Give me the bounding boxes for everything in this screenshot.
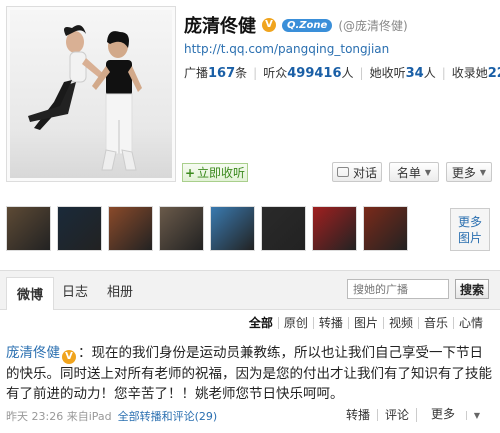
- plus-icon: +: [184, 165, 196, 180]
- filter-mood[interactable]: 心情: [452, 317, 488, 329]
- broadcast-stat[interactable]: 广播167条: [184, 64, 247, 81]
- favorites-stat[interactable]: 收录她220: [452, 64, 500, 81]
- chat-bubble-icon: [336, 167, 349, 177]
- qzone-badge-icon[interactable]: Q.Zone: [282, 18, 333, 32]
- repost-button[interactable]: 转播: [339, 409, 377, 421]
- post-text: ：现在的我们身份是运动员兼教练，所以也让我们自己享受一下节日的快乐。同时送上对所…: [6, 345, 492, 402]
- verified-icon: V: [262, 18, 276, 32]
- list-dropdown-button[interactable]: 名单 ▼: [389, 162, 439, 182]
- chevron-down-icon: ▼: [424, 167, 432, 177]
- follow-button[interactable]: + 立即收听: [182, 163, 248, 182]
- post-actions: 转播 评论 更多 ▼: [339, 408, 494, 422]
- profile-name: 庞清佟健: [184, 16, 256, 37]
- search-input[interactable]: [347, 279, 449, 299]
- filter-original[interactable]: 原创: [277, 317, 313, 329]
- chevron-down-icon: ▼: [465, 411, 487, 420]
- photo-strip: [6, 206, 408, 251]
- all-comments-link[interactable]: 全部转播和评论(29): [118, 408, 218, 424]
- search-button[interactable]: 搜索: [455, 279, 489, 299]
- tab-weibo[interactable]: 微博: [6, 277, 55, 310]
- chevron-down-icon: ▼: [479, 167, 487, 177]
- filter-image[interactable]: 图片: [347, 317, 383, 329]
- more-dropdown-button[interactable]: 更多 ▼: [446, 162, 492, 182]
- photo-thumbnail[interactable]: [363, 206, 408, 251]
- filter-all[interactable]: 全部: [244, 317, 278, 329]
- photo-thumbnail[interactable]: [6, 206, 51, 251]
- photo-thumbnail[interactable]: [57, 206, 102, 251]
- filter-repost[interactable]: 转播: [312, 317, 348, 329]
- post-content: 庞清佟健 V ：现在的我们身份是运动员兼教练，所以也让我们自己享受一下节日的快乐。同…: [6, 343, 494, 404]
- profile-name-row: 庞清佟健 V Q.Zone (@庞清佟健): [184, 12, 408, 38]
- more-photos-button[interactable]: 更多 图片: [450, 208, 490, 251]
- chat-button[interactable]: 对话: [332, 162, 382, 182]
- photo-thumbnail[interactable]: [312, 206, 357, 251]
- post-timestamp: 昨天 23:26 来自iPad: [6, 410, 112, 423]
- filter-video[interactable]: 视频: [382, 317, 418, 329]
- content-tabs-bar: 微博 日志 相册 搜索: [0, 270, 500, 310]
- following-stat[interactable]: 她收听34人: [370, 64, 436, 81]
- feed-filters: 全部 原创 转播 图片 视频 音乐 心情: [244, 317, 488, 329]
- profile-avatar[interactable]: [6, 6, 176, 182]
- verified-icon: V: [62, 350, 76, 364]
- listeners-stat[interactable]: 听众499416人: [263, 64, 353, 81]
- photo-thumbnail[interactable]: [210, 206, 255, 251]
- profile-stats: 广播167条 | 听众499416人 | 她收听34人 | 收录她220: [184, 64, 500, 82]
- post-meta: 昨天 23:26 来自iPad 全部转播和评论(29) 转播 评论 更多 ▼: [6, 407, 494, 425]
- post-more-button[interactable]: 更多 ▼: [416, 408, 494, 422]
- avatar-photo: [10, 10, 172, 178]
- comment-button[interactable]: 评论: [376, 409, 416, 421]
- filter-music[interactable]: 音乐: [417, 317, 453, 329]
- photo-thumbnail[interactable]: [261, 206, 306, 251]
- tab-album[interactable]: 相册: [107, 281, 133, 300]
- profile-handle: (@庞清佟健): [338, 18, 408, 33]
- photo-thumbnail[interactable]: [108, 206, 153, 251]
- tab-blog[interactable]: 日志: [62, 281, 88, 300]
- post-author-link[interactable]: 庞清佟健: [6, 345, 60, 361]
- profile-url-link[interactable]: http://t.qq.com/pangqing_tongjian: [184, 42, 389, 56]
- photo-thumbnail[interactable]: [159, 206, 204, 251]
